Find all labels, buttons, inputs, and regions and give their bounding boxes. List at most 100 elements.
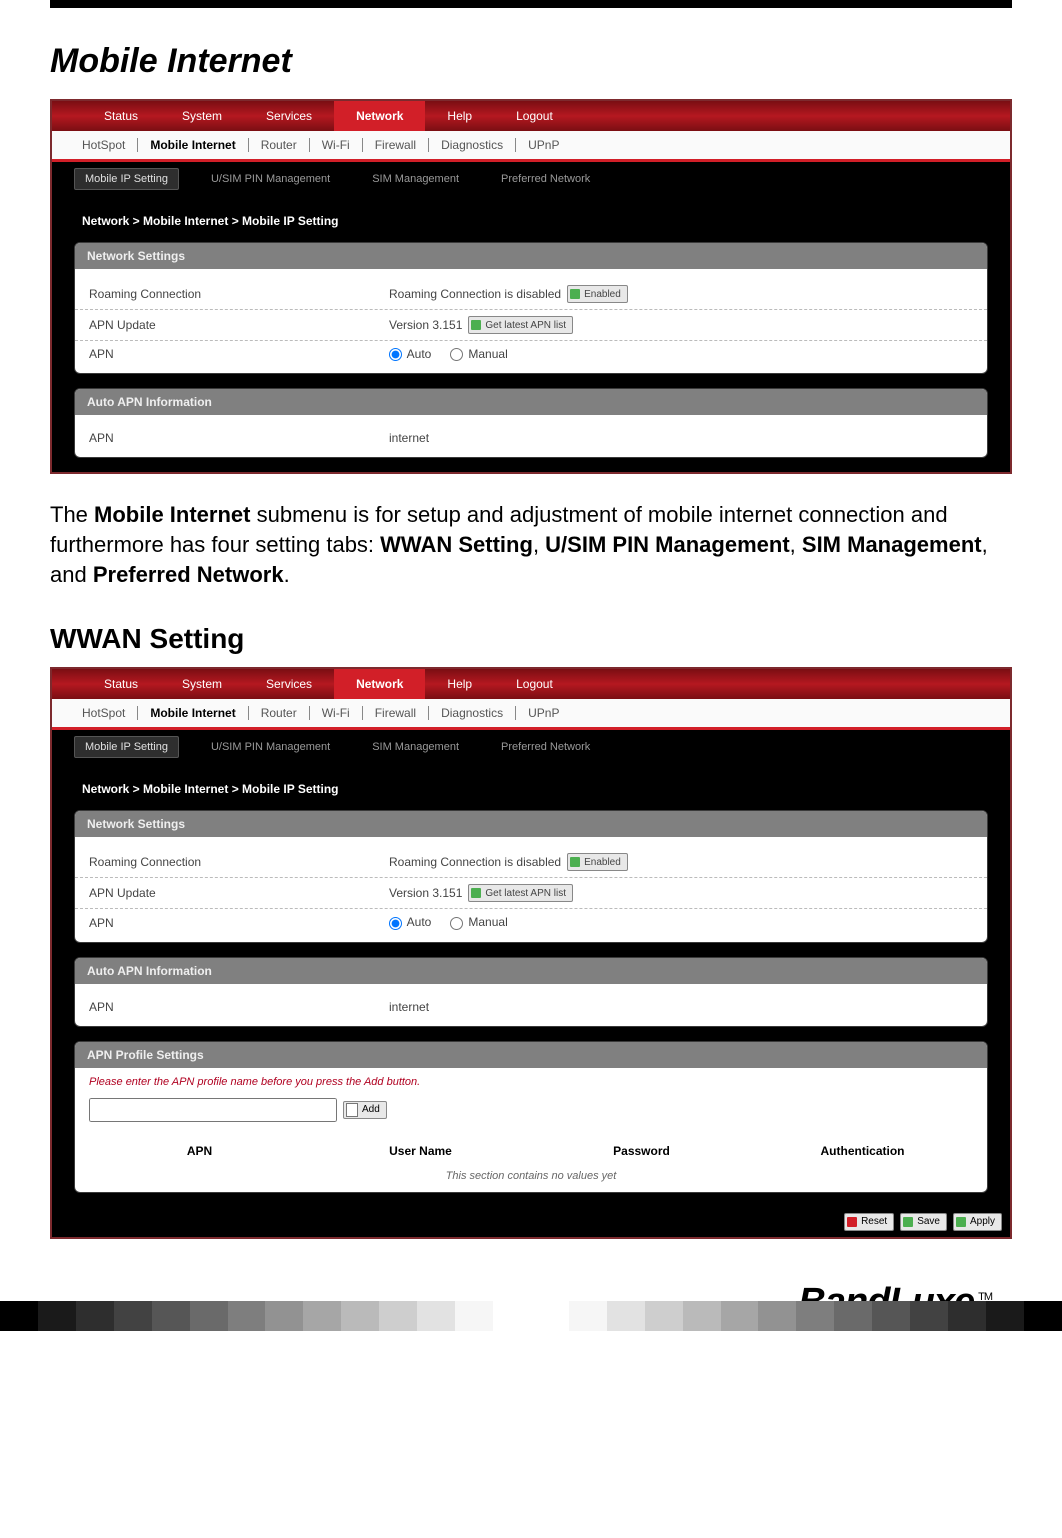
label: APN <box>89 431 389 445</box>
col-apn: APN <box>89 1144 310 1158</box>
profile-hint: Please enter the APN profile name before… <box>75 1068 987 1098</box>
label: Roaming Connection <box>89 287 389 301</box>
enabled-button[interactable]: Enabled <box>567 853 628 871</box>
tertiary-nav-mobile-ip-setting[interactable]: Mobile IP Setting <box>74 168 179 190</box>
primary-nav-services[interactable]: Services <box>244 669 334 699</box>
primary-nav-logout[interactable]: Logout <box>494 101 575 131</box>
apn-auto-radio[interactable]: Auto <box>389 915 431 929</box>
secondary-nav-mobile-internet[interactable]: Mobile Internet <box>138 706 248 720</box>
label: APN <box>89 916 389 930</box>
col-username: User Name <box>310 1144 531 1158</box>
secondary-nav-firewall[interactable]: Firewall <box>363 706 429 720</box>
panel-network-settings: Network Settings Roaming Connection Roam… <box>74 242 988 374</box>
primary-nav-help[interactable]: Help <box>425 669 494 699</box>
row-apn-mode: APN Auto Manual <box>75 340 987 367</box>
green-icon <box>570 289 580 299</box>
profile-table-header: APN User Name Password Authentication <box>75 1136 987 1166</box>
tertiary-nav-u-sim-pin-management[interactable]: U/SIM PIN Management <box>201 169 340 189</box>
panel-header: Auto APN Information <box>75 389 987 415</box>
panel-header: Auto APN Information <box>75 958 987 984</box>
primary-nav-system[interactable]: System <box>160 101 244 131</box>
panel-header: Network Settings <box>75 243 987 269</box>
row-apn-update: APN Update Version 3.151 Get latest APN … <box>75 309 987 340</box>
screenshot-2: StatusSystemServicesNetworkHelpLogout Ho… <box>50 667 1012 1238</box>
apn-value: internet <box>389 1000 429 1014</box>
breadcrumb: Network > Mobile Internet > Mobile IP Se… <box>52 196 1010 242</box>
green-icon <box>471 888 481 898</box>
primary-nav: StatusSystemServicesNetworkHelpLogout <box>52 101 1010 131</box>
panel-auto-apn: Auto APN Information APN internet <box>74 957 988 1027</box>
green-icon <box>471 320 481 330</box>
reset-button[interactable]: Reset <box>844 1213 894 1231</box>
label: APN <box>89 347 389 361</box>
primary-nav-system[interactable]: System <box>160 669 244 699</box>
row-roaming: Roaming Connection Roaming Connection is… <box>75 847 987 877</box>
tertiary-nav-preferred-network[interactable]: Preferred Network <box>491 737 600 757</box>
label: APN <box>89 1000 389 1014</box>
document-icon <box>346 1103 358 1117</box>
description-paragraph: The Mobile Internet submenu is for setup… <box>50 500 1012 589</box>
tertiary-nav-sim-management[interactable]: SIM Management <box>362 169 469 189</box>
add-button[interactable]: Add <box>343 1101 387 1119</box>
panel-apn-profile: APN Profile Settings Please enter the AP… <box>74 1041 988 1193</box>
apn-manual-radio[interactable]: Manual <box>450 915 508 929</box>
row-apn-value: APN internet <box>75 425 987 451</box>
primary-nav-network[interactable]: Network <box>334 101 425 131</box>
top-divider <box>50 0 1012 8</box>
save-button[interactable]: Save <box>900 1213 947 1231</box>
row-apn-mode: APN Auto Manual <box>75 908 987 935</box>
secondary-nav-diagnostics[interactable]: Diagnostics <box>429 138 516 152</box>
primary-nav-services[interactable]: Services <box>244 101 334 131</box>
primary-nav-status[interactable]: Status <box>82 101 160 131</box>
secondary-nav-router[interactable]: Router <box>249 706 310 720</box>
label: APN Update <box>89 318 389 332</box>
roaming-status-text: Roaming Connection is disabled <box>389 855 561 869</box>
enabled-button[interactable]: Enabled <box>567 285 628 303</box>
primary-nav-logout[interactable]: Logout <box>494 669 575 699</box>
panel-auto-apn: Auto APN Information APN internet <box>74 388 988 458</box>
row-apn-update: APN Update Version 3.151 Get latest APN … <box>75 877 987 908</box>
apply-button[interactable]: Apply <box>953 1213 1002 1231</box>
secondary-nav: HotSpotMobile InternetRouterWi-FiFirewal… <box>52 699 1010 727</box>
label: APN Update <box>89 886 389 900</box>
tertiary-nav-u-sim-pin-management[interactable]: U/SIM PIN Management <box>201 737 340 757</box>
tertiary-nav-mobile-ip-setting[interactable]: Mobile IP Setting <box>74 736 179 758</box>
secondary-nav-wi-fi[interactable]: Wi-Fi <box>310 706 363 720</box>
secondary-nav-upnp[interactable]: UPnP <box>516 138 571 152</box>
secondary-nav-diagnostics[interactable]: Diagnostics <box>429 706 516 720</box>
apn-profile-name-input[interactable] <box>89 1098 337 1122</box>
apn-manual-radio[interactable]: Manual <box>450 347 508 361</box>
secondary-nav-firewall[interactable]: Firewall <box>363 138 429 152</box>
apn-version-text: Version 3.151 <box>389 318 462 332</box>
profile-table-empty: This section contains no values yet <box>75 1166 987 1192</box>
get-apn-list-button[interactable]: Get latest APN list <box>468 316 573 334</box>
breadcrumb: Network > Mobile Internet > Mobile IP Se… <box>52 764 1010 810</box>
primary-nav-help[interactable]: Help <box>425 101 494 131</box>
col-password: Password <box>531 1144 752 1158</box>
footer-buttons: Reset Save Apply <box>52 1207 1010 1237</box>
get-apn-list-button[interactable]: Get latest APN list <box>468 884 573 902</box>
secondary-nav-wi-fi[interactable]: Wi-Fi <box>310 138 363 152</box>
footer-gradient <box>0 1301 1062 1331</box>
tertiary-nav-sim-management[interactable]: SIM Management <box>362 737 469 757</box>
apn-auto-radio[interactable]: Auto <box>389 347 431 361</box>
green-icon <box>956 1217 966 1227</box>
apn-value: internet <box>389 431 429 445</box>
primary-nav-status[interactable]: Status <box>82 669 160 699</box>
label: Roaming Connection <box>89 855 389 869</box>
red-icon <box>847 1217 857 1227</box>
primary-nav-network[interactable]: Network <box>334 669 425 699</box>
screenshot-1: StatusSystemServicesNetworkHelpLogout Ho… <box>50 99 1012 474</box>
secondary-nav-mobile-internet[interactable]: Mobile Internet <box>138 138 248 152</box>
apn-version-text: Version 3.151 <box>389 886 462 900</box>
secondary-nav: HotSpotMobile InternetRouterWi-FiFirewal… <box>52 131 1010 159</box>
col-auth: Authentication <box>752 1144 973 1158</box>
secondary-nav-router[interactable]: Router <box>249 138 310 152</box>
tertiary-nav-preferred-network[interactable]: Preferred Network <box>491 169 600 189</box>
secondary-nav-upnp[interactable]: UPnP <box>516 706 571 720</box>
roaming-status-text: Roaming Connection is disabled <box>389 287 561 301</box>
section-heading-wwan: WWAN Setting <box>50 623 1012 655</box>
panel-header: APN Profile Settings <box>75 1042 987 1068</box>
secondary-nav-hotspot[interactable]: HotSpot <box>82 706 138 720</box>
secondary-nav-hotspot[interactable]: HotSpot <box>82 138 138 152</box>
